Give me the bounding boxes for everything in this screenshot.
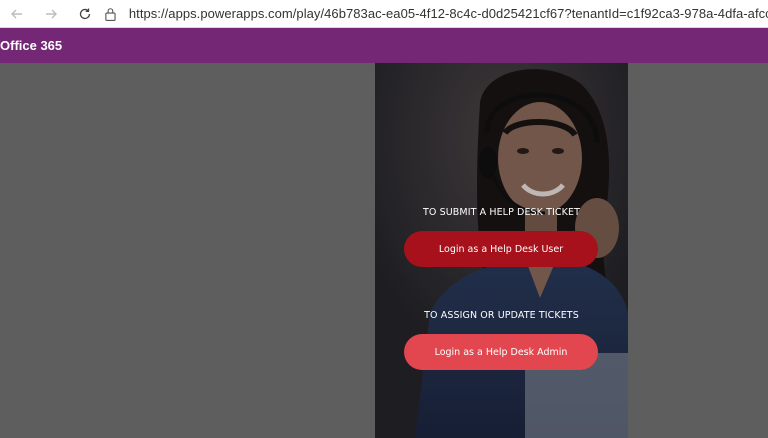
refresh-icon[interactable] <box>74 3 96 25</box>
url-text[interactable]: https://apps.powerapps.com/play/46b783ac… <box>129 6 768 21</box>
office-365-title[interactable]: Office 365 <box>0 38 62 53</box>
login-help-desk-user-button[interactable]: Login as a Help Desk User <box>404 231 598 267</box>
address-bar[interactable]: https://apps.powerapps.com/play/46b783ac… <box>104 0 768 27</box>
submit-ticket-caption: TO SUBMIT A HELP DESK TICKET <box>423 207 580 218</box>
forward-icon[interactable] <box>40 3 62 25</box>
back-icon[interactable] <box>6 3 28 25</box>
login-help-desk-admin-button[interactable]: Login as a Help Desk Admin <box>404 334 598 370</box>
browser-toolbar: https://apps.powerapps.com/play/46b783ac… <box>0 0 768 28</box>
help-desk-app-screen: TO SUBMIT A HELP DESK TICKET Login as a … <box>375 63 628 438</box>
assign-tickets-caption: TO ASSIGN OR UPDATE TICKETS <box>424 310 579 321</box>
office-header: Office 365 <box>0 28 768 63</box>
lock-icon <box>105 7 116 21</box>
